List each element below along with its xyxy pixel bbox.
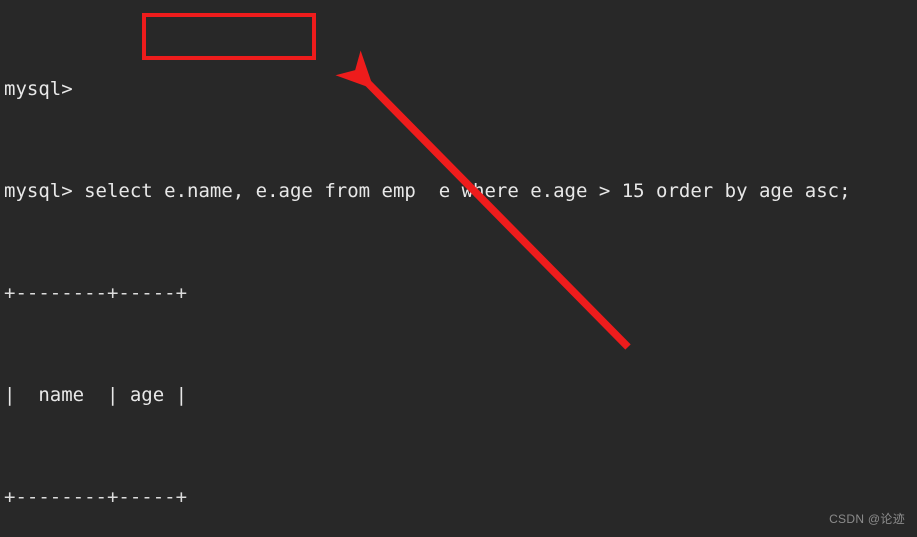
- query-highlighted-columns: e.name, e.age: [152, 179, 325, 202]
- query-line: mysql> select e.name, e.age from emp e w…: [0, 179, 917, 205]
- table-border-top: +--------+-----+: [4, 281, 188, 304]
- terminal-screen: mysql> mysql> select e.name, e.age from …: [0, 0, 917, 537]
- query-keyword-select: select: [84, 179, 153, 202]
- prompt-line-empty: mysql>: [4, 77, 73, 100]
- query-remainder: from emp e where e.age > 15 order by age…: [324, 179, 851, 202]
- table-border-header: +--------+-----+: [4, 485, 188, 508]
- terminal-output[interactable]: mysql> mysql> select e.name, e.age from …: [0, 0, 917, 537]
- watermark: CSDN @论迹: [829, 512, 905, 526]
- table-header-row: | name | age |: [4, 383, 188, 406]
- prompt-text: mysql>: [4, 179, 85, 202]
